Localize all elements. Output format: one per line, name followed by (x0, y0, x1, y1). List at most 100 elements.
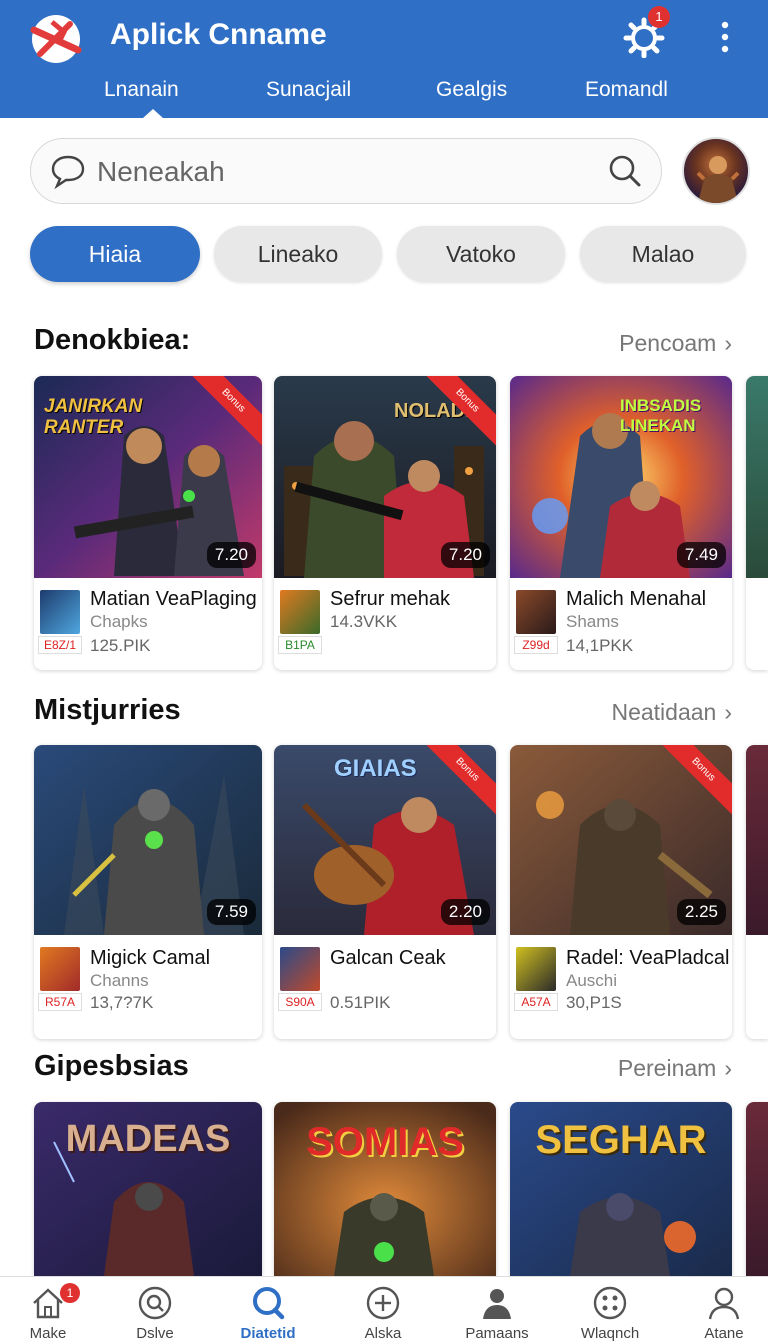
game-download-count: 125.ΡΙΚ (90, 636, 151, 655)
cover-title-art: SEGHAR (535, 1118, 707, 1162)
game-subtitle: Channs (90, 971, 149, 990)
bottom-nav-label: Alska (364, 1325, 402, 1342)
game-cover-image (746, 376, 768, 578)
notification-badge: 1 (648, 6, 670, 28)
bottom-nav-label: Make (29, 1325, 67, 1342)
section-link-label: Neatidaan (611, 699, 717, 725)
search-input[interactable] (97, 152, 597, 192)
chevron-right-icon: › (724, 1055, 732, 1081)
game-tag: E8Z/1 (38, 636, 82, 654)
chip-malao[interactable]: Malao (580, 226, 746, 282)
game-tag: S90A (278, 993, 322, 1011)
bottom-nav-label: Atane (704, 1325, 744, 1342)
rating-badge: 7.20 (206, 542, 256, 568)
user-icon (483, 1289, 511, 1319)
cover-title-art: INBSADIS LINEKAN (620, 396, 702, 435)
game-title: Radel: VeaPladcal (566, 947, 730, 969)
game-card[interactable]: NOLADI Bonus 7.20 B1PA Sefrur mehak 14.3… (274, 376, 496, 670)
game-card[interactable]: SOMIAS (274, 1102, 496, 1276)
game-thumbnail (40, 947, 80, 991)
tab-gealgis[interactable]: Gealgis (436, 78, 507, 102)
section-link-label: Pereinam (617, 1055, 717, 1081)
plus-circle-icon (366, 1286, 400, 1320)
section-title: Mistjurries (34, 694, 181, 726)
app-header: Aplick Cnname 1 Lnanain Sunacjail Gealgi… (0, 0, 768, 118)
cover-title-art: SOMIAS (306, 1120, 464, 1164)
section-see-all-link[interactable]: Pereinam › (618, 1055, 732, 1082)
chevron-right-icon: › (724, 699, 732, 725)
game-thumbnail (40, 590, 80, 634)
game-card[interactable]: MADEAS (34, 1102, 262, 1276)
game-title: Matian VeaPlaging (90, 588, 257, 610)
game-cover-image: 7.59 (34, 745, 262, 935)
game-title: Malich Menahal (566, 588, 707, 610)
section-title: Denokbiea: (34, 324, 191, 356)
chip-lineako[interactable]: Lineako (214, 226, 382, 282)
game-cover-image: INBSADIS LINEKAN 7.49 (510, 376, 732, 578)
bottom-nav-label: Diatetid (240, 1325, 296, 1342)
game-card-peek[interactable] (746, 376, 768, 670)
game-card-peek[interactable] (746, 1102, 768, 1276)
notification-badge: 1 (60, 1283, 80, 1303)
game-download-count: 13,7?7K (90, 993, 154, 1012)
bottom-nav-make[interactable]: 1 Make (0, 1283, 96, 1342)
bottom-nav-label: Wlaqnch (580, 1325, 640, 1342)
bottom-nav-label: Dslve (136, 1325, 174, 1342)
game-card[interactable]: 7.59 R57A Migick Camal Channs 13,7?7K (34, 745, 262, 1039)
bottom-nav-diatetid[interactable]: Diatetid (220, 1283, 316, 1342)
game-download-count: 0.51ΡΙΚ (330, 993, 391, 1012)
active-tab-indicator (143, 109, 163, 118)
game-thumbnail (516, 947, 556, 991)
bottom-nav-dslve[interactable]: Dslve (107, 1283, 203, 1342)
game-card[interactable]: SEGHAR (510, 1102, 732, 1276)
tab-lnanain[interactable]: Lnanain (104, 78, 179, 102)
game-card[interactable]: Bonus 2.25 A57A Radel: VeaPladcal Auschi… (510, 745, 732, 1039)
settings-button[interactable]: 1 (622, 6, 670, 59)
kebab-menu-icon[interactable] (716, 20, 734, 54)
game-title: Galcan Ceak (330, 947, 446, 969)
search-circle-icon (138, 1286, 172, 1320)
game-download-count: 14,1ΡΚΚ (566, 636, 634, 655)
rating-badge: 2.20 (440, 899, 490, 925)
game-card[interactable]: JANIRKAN RANTER Bonus 7.20 E8Z/1 Matian … (34, 376, 262, 670)
tab-eomandl[interactable]: Eomandl (585, 78, 668, 102)
chip-hiaia[interactable]: Hiaia (30, 226, 200, 282)
game-tag: Z99d (514, 636, 558, 654)
bottom-nav-atane[interactable]: Atane (676, 1283, 768, 1342)
game-tag: R57A (38, 993, 82, 1011)
app-logo-icon[interactable] (24, 14, 88, 64)
cover-title-art: MADEAS (65, 1118, 231, 1160)
game-tag: B1PA (278, 636, 322, 654)
bottom-nav-alska[interactable]: Alska (335, 1283, 431, 1342)
rating-badge: 7.49 (676, 542, 726, 568)
game-cover-image: SOMIAS (274, 1102, 496, 1276)
avatar[interactable] (682, 137, 750, 205)
profile-search-icon (253, 1287, 285, 1320)
game-download-count: 30,Ρ1S (566, 993, 622, 1012)
game-card-peek[interactable] (746, 745, 768, 1039)
section-see-all-link[interactable]: Pencoam › (619, 330, 732, 357)
game-card[interactable]: INBSADIS LINEKAN 7.49 Z99d Malich Menaha… (510, 376, 732, 670)
game-cover-image: JANIRKAN RANTER Bonus 7.20 (34, 376, 262, 578)
search-icon[interactable] (607, 153, 643, 189)
game-subtitle: Auschi (566, 971, 618, 990)
bottom-nav-label: Pamaans (465, 1325, 529, 1342)
game-cover-image (746, 745, 768, 935)
search-bar[interactable] (30, 138, 662, 204)
game-title: Migick Camal (90, 947, 211, 969)
bottom-nav-wlaqnch[interactable]: Wlaqnch (562, 1283, 658, 1342)
game-subtitle: Shams (566, 612, 619, 631)
app-title: Aplick Cnname (110, 18, 327, 51)
game-cover-image: NOLADI Bonus 7.20 (274, 376, 496, 578)
game-card[interactable]: GIAIAS Bonus 2.20 S90A Galcan Ceak 0.51Ρ… (274, 745, 496, 1039)
tab-sunacjail[interactable]: Sunacjail (266, 78, 351, 102)
chip-vatoko[interactable]: Vatoko (397, 226, 565, 282)
game-cover-image: MADEAS (34, 1102, 262, 1276)
bottom-navigation: 1 Make Dslve Diatetid Alska Pamaans Wlaq… (0, 1276, 768, 1344)
game-thumbnail (280, 590, 320, 634)
bottom-nav-pamaans[interactable]: Pamaans (449, 1283, 545, 1342)
section-see-all-link[interactable]: Neatidaan › (611, 699, 732, 726)
game-title: Sefrur mehak (330, 588, 451, 610)
chevron-right-icon: › (724, 330, 732, 356)
game-cover-image (746, 1102, 768, 1276)
